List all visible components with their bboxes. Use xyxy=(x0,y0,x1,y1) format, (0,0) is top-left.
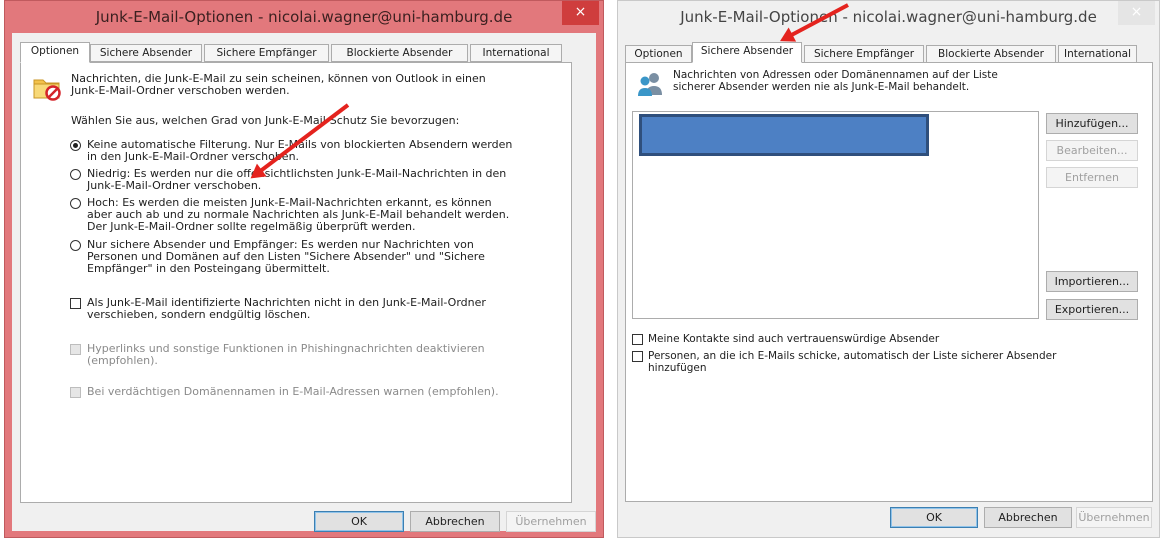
radio-no-filtering-label-2: in den Junk-E-Mail-Ordner verschoben. xyxy=(87,150,300,163)
auto-add-recipients-label-2: hinzufügen xyxy=(648,362,707,374)
tab-sichere-empfaenger[interactable]: Sichere Empfänger xyxy=(804,45,924,63)
left-close-button[interactable]: × xyxy=(562,1,599,25)
close-icon: × xyxy=(1130,4,1143,20)
tab-sichere-absender[interactable]: Sichere Absender xyxy=(692,42,802,63)
contacts-trusted-label: Meine Kontakte sind auch vertrauenswürdi… xyxy=(648,333,940,345)
junk-folder-icon xyxy=(32,72,62,102)
remove-button: Entfernen xyxy=(1046,167,1138,188)
export-button[interactable]: Exportieren... xyxy=(1046,299,1138,320)
phishing-label-2: (empfohlen). xyxy=(87,354,158,367)
safe-senders-intro-2: sicherer Absender werden nie als Junk-E-… xyxy=(673,81,970,93)
safe-senders-list[interactable] xyxy=(632,111,1039,319)
right-dialog-window: Junk-E-Mail-Optionen - nicolai.wagner@un… xyxy=(617,0,1160,538)
auto-add-recipients-checkbox[interactable] xyxy=(632,351,643,362)
protection-level-label: Wählen Sie aus, welchen Grad von Junk-E-… xyxy=(71,114,460,127)
right-apply-button: Übernehmen xyxy=(1076,507,1152,528)
safe-senders-intro-1: Nachrichten von Adressen oder Domänennam… xyxy=(673,69,998,81)
right-cancel-button[interactable]: Abbrechen xyxy=(984,507,1072,528)
people-icon xyxy=(636,71,664,97)
close-icon: × xyxy=(574,4,587,20)
tab-blockierte-absender[interactable]: Blockierte Absender xyxy=(331,44,468,62)
left-apply-button: Übernehmen xyxy=(506,511,596,532)
permanently-delete-label-2: verschieben, sondern endgültig löschen. xyxy=(87,308,311,321)
left-ok-button[interactable]: OK xyxy=(314,511,404,532)
auto-add-recipients-label-1: Personen, an die ich E-Mails schicke, au… xyxy=(648,350,1057,362)
radio-safe-lists-label-3: Empfänger" in den Posteingang übermittel… xyxy=(87,262,330,275)
domain-warning-checkbox xyxy=(70,387,81,398)
right-ok-button[interactable]: OK xyxy=(890,507,978,528)
left-dialog-window: Junk-E-Mail-Optionen - nicolai.wagner@un… xyxy=(4,0,604,538)
tab-international[interactable]: International xyxy=(470,44,562,62)
radio-high-label-3: Der Junk-E-Mail-Ordner sollte regelmäßig… xyxy=(87,220,416,233)
right-window-title: Junk-E-Mail-Optionen - nicolai.wagner@un… xyxy=(680,8,1097,26)
right-close-button[interactable]: × xyxy=(1118,1,1155,25)
sichere-absender-panel: Nachrichten von Adressen oder Domänennam… xyxy=(625,62,1153,502)
tab-blockierte-absender[interactable]: Blockierte Absender xyxy=(926,45,1056,63)
radio-safe-lists-only[interactable] xyxy=(70,240,81,251)
tab-sichere-absender[interactable]: Sichere Absender xyxy=(90,44,202,62)
selected-list-entry[interactable] xyxy=(639,114,929,156)
domain-warning-label: Bei verdächtigen Domänennamen in E-Mail-… xyxy=(87,385,499,398)
radio-high[interactable] xyxy=(70,198,81,209)
import-button[interactable]: Importieren... xyxy=(1046,271,1138,292)
right-client-area: Optionen Sichere Absender Sichere Empfän… xyxy=(618,33,1159,537)
phishing-checkbox xyxy=(70,344,81,355)
radio-no-filtering[interactable] xyxy=(70,140,81,151)
tab-optionen[interactable]: Optionen xyxy=(20,42,90,63)
left-client-area: Optionen Sichere Absender Sichere Empfän… xyxy=(12,33,596,532)
optionen-panel: Nachrichten, die Junk-E-Mail zu sein sch… xyxy=(20,62,572,503)
intro-line-2: Junk-E-Mail-Ordner verschoben werden. xyxy=(71,84,290,97)
left-cancel-button[interactable]: Abbrechen xyxy=(410,511,500,532)
tab-optionen[interactable]: Optionen xyxy=(625,45,692,63)
radio-low-label-2: Junk-E-Mail-Ordner verschoben. xyxy=(87,179,262,192)
permanently-delete-checkbox[interactable] xyxy=(70,298,81,309)
add-button[interactable]: Hinzufügen... xyxy=(1046,113,1138,134)
contacts-trusted-checkbox[interactable] xyxy=(632,334,643,345)
radio-low[interactable] xyxy=(70,169,81,180)
tab-sichere-empfaenger[interactable]: Sichere Empfänger xyxy=(204,44,329,62)
right-title-bar[interactable]: Junk-E-Mail-Optionen - nicolai.wagner@un… xyxy=(618,1,1159,33)
left-title-bar[interactable]: Junk-E-Mail-Optionen - nicolai.wagner@un… xyxy=(5,1,603,33)
edit-button: Bearbeiten... xyxy=(1046,140,1138,161)
tab-international[interactable]: International xyxy=(1058,45,1137,63)
left-window-title: Junk-E-Mail-Optionen - nicolai.wagner@un… xyxy=(95,8,513,26)
